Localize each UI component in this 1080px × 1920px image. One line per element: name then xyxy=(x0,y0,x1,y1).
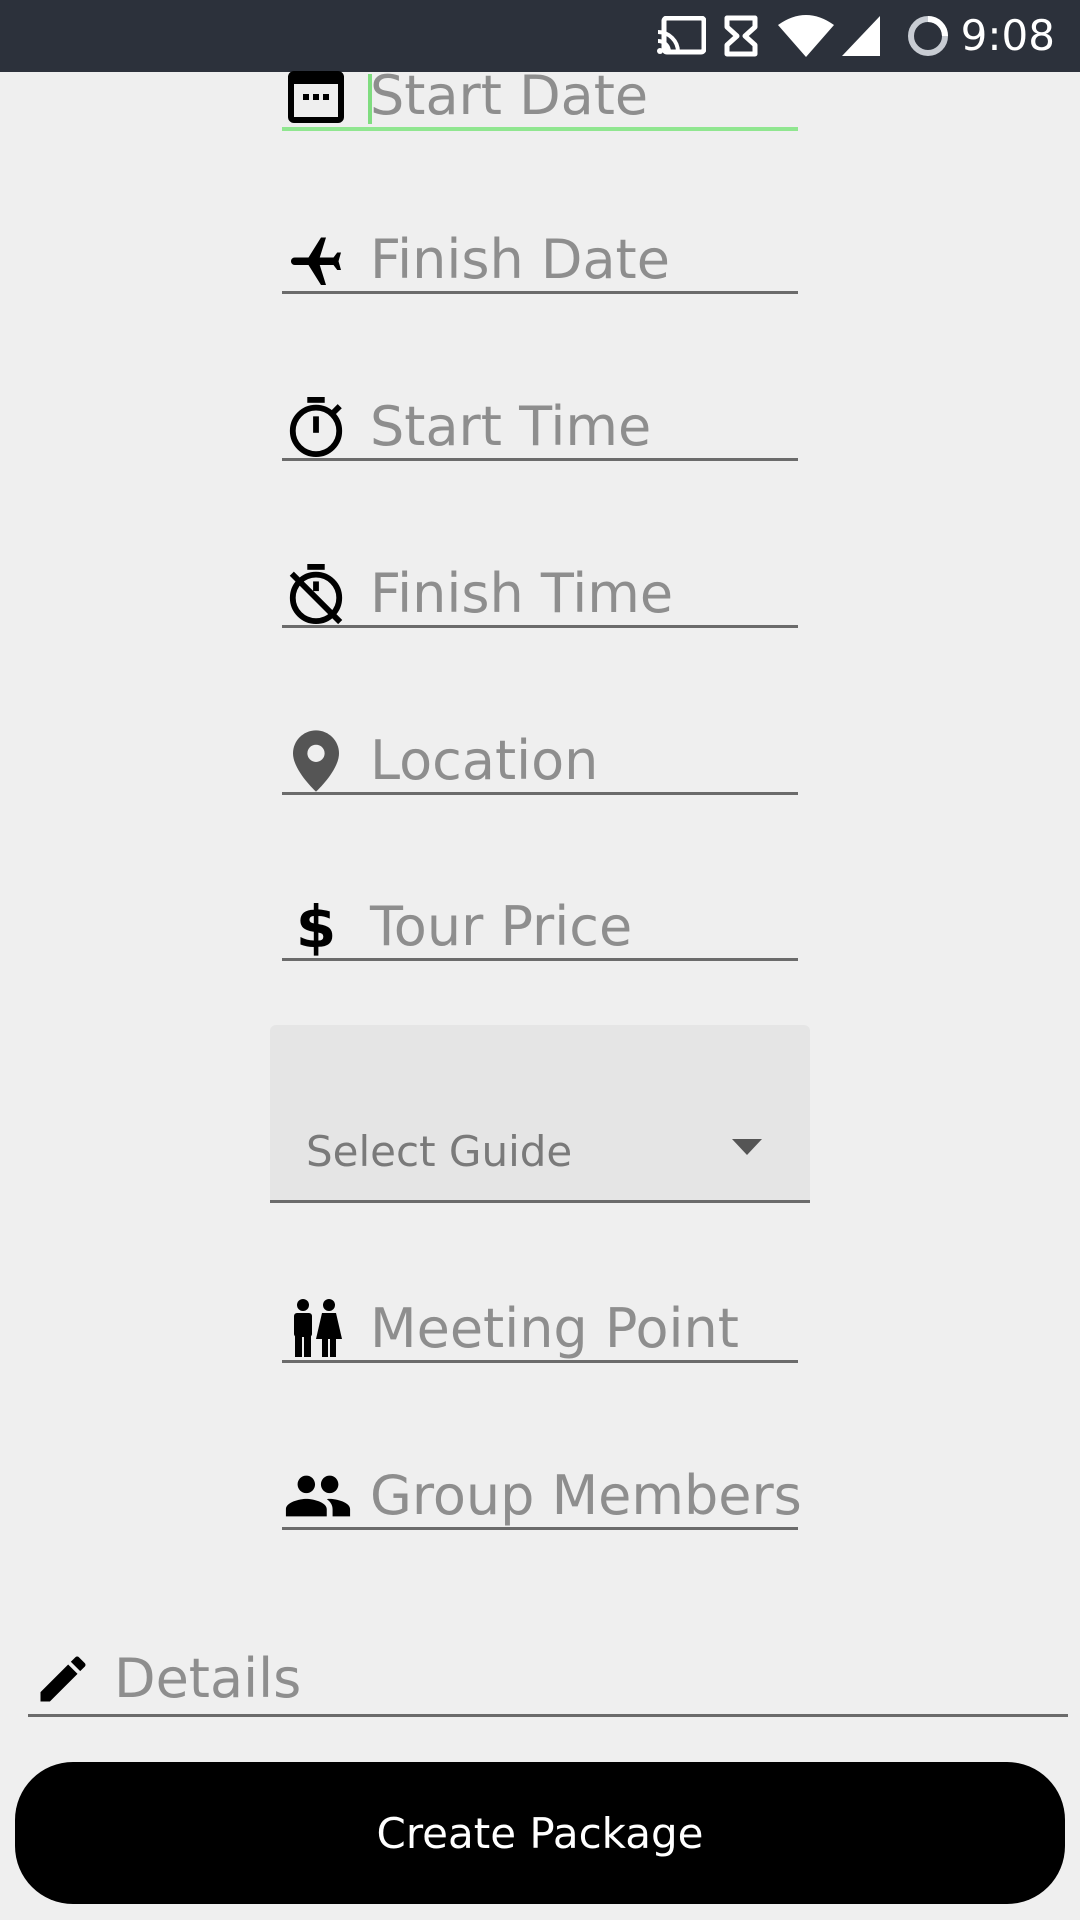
finish-time-underline xyxy=(282,625,798,628)
location-placeholder: Location xyxy=(370,729,599,792)
location-field[interactable]: Location xyxy=(282,729,798,795)
finish-time-placeholder: Finish Time xyxy=(370,562,674,625)
details-underline xyxy=(28,1714,1068,1717)
people-pair-icon xyxy=(286,1299,346,1359)
location-pin-icon xyxy=(286,730,346,792)
group-members-field[interactable]: Group Members xyxy=(282,1466,802,1530)
calendar-icon xyxy=(286,66,346,126)
timer-icon xyxy=(286,397,346,457)
tour-price-field[interactable]: $ Tour Price xyxy=(282,893,798,961)
start-date-underline xyxy=(282,127,798,131)
finish-date-placeholder: Finish Date xyxy=(370,228,670,291)
airplane-icon xyxy=(286,230,346,290)
group-members-placeholder: Group Members xyxy=(370,1464,802,1527)
chevron-down-icon xyxy=(732,1139,762,1155)
meeting-point-field[interactable]: Meeting Point xyxy=(282,1297,798,1363)
details-field[interactable]: Details xyxy=(28,1646,1068,1717)
start-time-field[interactable]: Start Time xyxy=(282,395,798,461)
signal-icon xyxy=(842,0,880,72)
cast-icon xyxy=(656,0,706,72)
group-icon xyxy=(282,1466,354,1526)
location-underline xyxy=(282,792,798,795)
finish-date-underline xyxy=(282,291,798,294)
dollar-icon: $ xyxy=(295,893,337,961)
details-placeholder: Details xyxy=(114,1647,302,1710)
timer-off-icon xyxy=(286,564,346,625)
status-bar: 9:08 xyxy=(0,0,1080,72)
group-members-underline xyxy=(282,1527,798,1530)
finish-date-field[interactable]: Finish Date xyxy=(282,228,798,294)
create-package-button[interactable]: Create Package xyxy=(15,1762,1065,1904)
wifi-icon xyxy=(778,0,834,72)
start-date-placeholder: Start Date xyxy=(370,64,649,127)
start-time-underline xyxy=(282,458,798,461)
finish-time-field[interactable]: Finish Time xyxy=(282,562,798,628)
loading-icon xyxy=(906,0,950,72)
pencil-icon xyxy=(30,1646,96,1712)
status-time: 9:08 xyxy=(960,11,1055,60)
guide-select-label: Select Guide xyxy=(306,1127,573,1176)
meeting-point-underline xyxy=(282,1360,798,1363)
tour-price-underline xyxy=(282,958,798,961)
guide-select-underline xyxy=(270,1200,810,1203)
guide-select[interactable]: Select Guide xyxy=(270,1025,810,1203)
create-package-label: Create Package xyxy=(376,1808,704,1858)
meeting-point-placeholder: Meeting Point xyxy=(370,1297,739,1360)
start-date-field[interactable]: Start Date xyxy=(282,64,798,131)
start-time-placeholder: Start Time xyxy=(370,395,652,458)
tour-price-placeholder: Tour Price xyxy=(370,895,633,958)
hourglass-icon xyxy=(724,0,758,72)
